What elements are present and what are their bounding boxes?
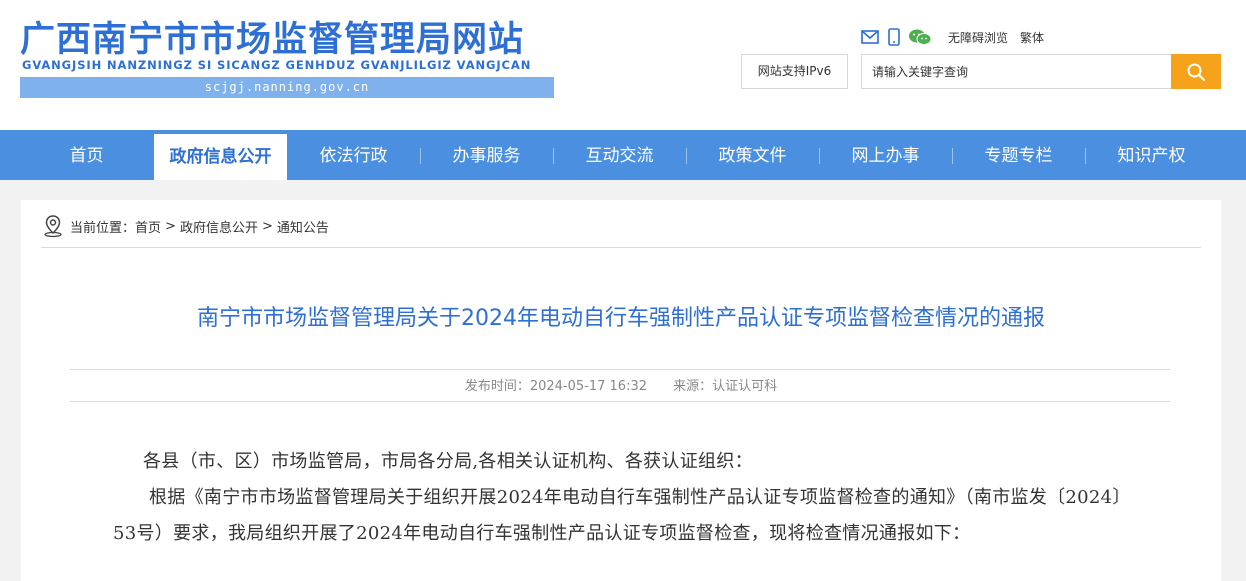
site-header: 广西南宁市市场监督管理局网站 GVANGJSIH NANZNINGZ SI SI…: [0, 0, 1246, 130]
article-meta: 发布时间：2024-05-17 16:32 来源：认证认可科: [21, 375, 1221, 394]
nav-item-home[interactable]: 首页: [20, 130, 153, 180]
site-pinyin: GVANGJSIH NANZNINGZ SI SICANGZ GENHDUZ G…: [22, 58, 532, 72]
breadcrumb-separator: >: [165, 218, 176, 234]
breadcrumb-notices[interactable]: 通知公告: [277, 217, 329, 236]
mail-icon[interactable]: [860, 27, 880, 47]
article-paragraph: 各县（市、区）市场监管局，市局各分局,各相关认证机构、各获认证组织：: [143, 451, 753, 472]
search-button[interactable]: [1171, 54, 1221, 89]
location-pin-icon: [44, 215, 62, 238]
site-logo[interactable]: 广西南宁市市场监督管理局网站 GVANGJSIH NANZNINGZ SI SI…: [20, 18, 554, 98]
ipv6-badge[interactable]: 网站支持IPv6: [741, 54, 848, 89]
search-icon: [1187, 63, 1206, 81]
accessibility-link[interactable]: 无障碍浏览: [948, 29, 1008, 46]
nav-item-online-service[interactable]: 网上办事: [819, 130, 952, 180]
search-box: [861, 54, 1171, 89]
article-body: 各县（市、区）市场监管局，市局各分局,各相关认证机构、各获认证组织： 根据《南宁…: [113, 444, 1143, 552]
breadcrumb-gov-info[interactable]: 政府信息公开: [180, 217, 258, 236]
article-panel: 当前位置： 首页 > 政府信息公开 > 通知公告 南宁市市场监督管理局关于202…: [21, 200, 1221, 581]
breadcrumb-divider: [41, 247, 1201, 248]
nav-item-ip[interactable]: 知识产权: [1085, 130, 1218, 180]
wechat-icon[interactable]: [908, 27, 932, 47]
nav-item-law[interactable]: 依法行政: [287, 130, 420, 180]
site-title: 广西南宁市市场监督管理局网站: [20, 20, 525, 60]
breadcrumb: 当前位置： 首页 > 政府信息公开 > 通知公告: [41, 214, 329, 238]
article-title: 南宁市市场监督管理局关于2024年电动自行车强制性产品认证专项监督检查情况的通报: [197, 306, 1045, 331]
traditional-chinese-link[interactable]: 繁体: [1020, 29, 1044, 46]
breadcrumb-home[interactable]: 首页: [135, 217, 161, 236]
breadcrumb-prefix: 当前位置：: [70, 220, 136, 236]
nav-item-topics[interactable]: 专题专栏: [952, 130, 1085, 180]
meta-divider-bottom: [70, 401, 1170, 402]
nav-item-interaction[interactable]: 互动交流: [553, 130, 686, 180]
search-input[interactable]: [862, 55, 1171, 88]
main-nav: 首页 政府信息公开 依法行政 办事服务 互动交流 政策文件 网上办事 专题专栏 …: [0, 130, 1246, 180]
article-source: 来源：认证认可科: [673, 379, 778, 394]
mobile-icon[interactable]: [884, 27, 904, 47]
meta-divider-top: [70, 369, 1170, 370]
nav-item-gov-info[interactable]: 政府信息公开: [154, 134, 287, 180]
nav-item-policy[interactable]: 政策文件: [686, 130, 819, 180]
nav-item-services[interactable]: 办事服务: [420, 130, 553, 180]
breadcrumb-separator: >: [261, 218, 273, 234]
site-domain: scjgj.nanning.gov.cn: [204, 80, 370, 94]
header-tools: 无障碍浏览 繁体: [860, 26, 1044, 48]
article-paragraph: 根据《南宁市市场监督管理局关于组织开展2024年电动自行车强制性产品认证专项监督…: [113, 487, 1131, 544]
publish-time: 发布时间：2024-05-17 16:32: [464, 379, 647, 394]
site-domain-bar: scjgj.nanning.gov.cn: [20, 77, 554, 98]
